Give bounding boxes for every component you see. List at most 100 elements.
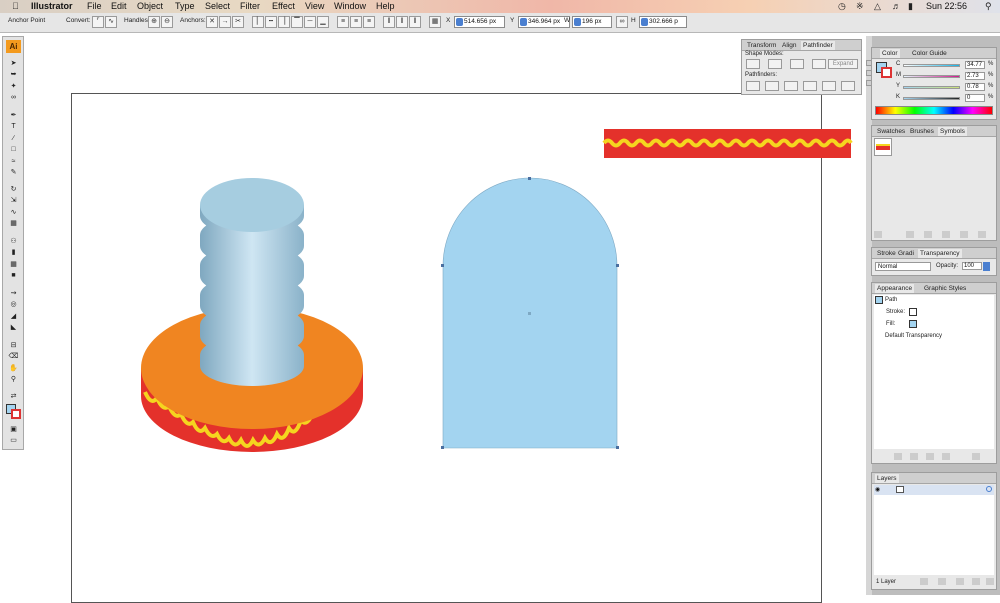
layers-tabs: Layers <box>872 473 996 484</box>
menubar-clock[interactable]: Sun 22:56 <box>926 0 967 13</box>
wave-strip-top-right[interactable] <box>602 129 853 158</box>
color-panel: Color Color Guide C 34.77 % M 2.73 % Y 0… <box>871 47 997 120</box>
pathfinders-label: Pathfinders: <box>745 72 778 78</box>
tab-stroke[interactable]: Stroke <box>875 249 898 258</box>
tab-graphic-styles[interactable]: Graphic Styles <box>922 284 968 293</box>
color-tabs: Color Color Guide <box>872 48 996 59</box>
tab-layers[interactable]: Layers <box>875 474 899 483</box>
clear-appearance-icon[interactable] <box>910 453 918 460</box>
tab-gradient[interactable]: Gradi <box>896 249 916 258</box>
shape-modes-label: Shape Modes: <box>745 51 784 57</box>
tab-transform[interactable]: Transform <box>745 41 778 50</box>
fill-row-label[interactable]: Fill: <box>886 321 895 327</box>
tab-brushes[interactable]: Brushes <box>908 127 936 136</box>
layer-count: 1 Layer <box>876 579 897 585</box>
break-link-icon[interactable] <box>924 231 932 238</box>
delete-layer-icon[interactable] <box>986 578 994 585</box>
pathfinder-tabs: Transform Align Pathfinder <box>742 40 861 51</box>
delete-item-icon[interactable] <box>972 453 980 460</box>
transparency-tabs: Stroke Gradi Transparency <box>872 248 996 259</box>
cyan-percent: % <box>988 61 994 67</box>
layers-panel: Layers ◉ 1 Layer <box>871 472 997 590</box>
artwork-canvas <box>141 129 853 452</box>
layers-list <box>874 485 994 575</box>
new-symbol-icon[interactable] <box>960 231 968 238</box>
appearance-panel: Appearance Graphic Styles Path Stroke: F… <box>871 282 997 464</box>
magenta-value[interactable]: 2.73 <box>965 72 985 80</box>
magenta-percent: % <box>988 72 994 78</box>
eye-icon[interactable]: ◉ <box>875 486 880 493</box>
stroke-row-label[interactable]: Stroke: <box>886 309 905 315</box>
tab-color-guide[interactable]: Color Guide <box>910 49 949 58</box>
fill-blue-swatch[interactable] <box>909 320 917 328</box>
magenta-label: M <box>896 72 901 78</box>
symbol-wave-thumbnail[interactable] <box>874 138 892 156</box>
reduce-basic-icon[interactable] <box>926 453 934 460</box>
symbol-libraries-icon[interactable] <box>874 231 882 238</box>
exclude-button[interactable] <box>812 59 826 69</box>
swatches-tabs: Swatches Brushes Symbols <box>872 126 996 137</box>
appearance-list <box>874 295 994 449</box>
unite-button[interactable] <box>746 59 760 69</box>
pathfinder-panel: Transform Align Pathfinder Shape Modes: … <box>741 39 862 95</box>
color-spectrum-bar[interactable] <box>875 106 993 115</box>
minus-back-button[interactable] <box>841 81 855 91</box>
trim-button[interactable] <box>765 81 779 91</box>
outline-button[interactable] <box>822 81 836 91</box>
stacked-cylinder[interactable] <box>200 178 304 386</box>
place-symbol-icon[interactable] <box>906 231 914 238</box>
yellow-label: Y <box>896 83 901 89</box>
transparency-panel: Stroke Gradi Transparency Normal Opacity… <box>871 247 997 276</box>
duplicate-item-icon[interactable] <box>942 453 950 460</box>
yellow-slider[interactable] <box>903 86 960 89</box>
cyan-value[interactable]: 34.77 <box>965 61 985 69</box>
path-thumbnail <box>875 296 883 304</box>
layer-row[interactable]: ◉ <box>874 485 994 495</box>
symbol-options-icon[interactable] <box>942 231 950 238</box>
yellow-percent: % <box>988 83 994 89</box>
new-sublayer-icon[interactable] <box>956 578 964 585</box>
default-transparency-label[interactable]: Default Transparency <box>885 333 942 339</box>
black-slider[interactable] <box>903 97 960 100</box>
black-percent: % <box>988 94 994 100</box>
black-label: K <box>896 94 901 100</box>
make-clipping-mask-icon[interactable] <box>938 578 946 585</box>
minus-front-button[interactable] <box>768 59 782 69</box>
tab-color[interactable]: Color <box>880 49 900 58</box>
cyan-label: C <box>896 61 901 67</box>
yellow-value[interactable]: 0.78 <box>965 83 985 91</box>
crop-button[interactable] <box>803 81 817 91</box>
tab-symbols[interactable]: Symbols <box>938 127 967 136</box>
target-icon[interactable] <box>986 486 992 492</box>
delete-symbol-icon[interactable] <box>978 231 986 238</box>
black-value[interactable]: 0 <box>965 94 985 102</box>
divide-button[interactable] <box>746 81 760 91</box>
battery-icon[interactable]: ▮ <box>908 0 913 13</box>
opacity-dropdown-icon[interactable] <box>983 262 990 271</box>
layer-thumbnail <box>896 486 904 493</box>
new-art-basic-icon[interactable] <box>894 453 902 460</box>
wifi-icon[interactable]: △ <box>874 0 881 13</box>
tab-swatches[interactable]: Swatches <box>875 127 907 136</box>
blend-mode-select[interactable]: Normal <box>875 262 931 271</box>
spotlight-icon[interactable]: ⚲ <box>985 0 992 13</box>
merge-button[interactable] <box>784 81 798 91</box>
opacity-label: Opacity: <box>936 263 959 269</box>
magenta-slider[interactable] <box>903 75 960 78</box>
tab-pathfinder[interactable]: Pathfinder <box>801 41 835 50</box>
intersect-button[interactable] <box>790 59 804 69</box>
expand-button[interactable]: Expand <box>828 59 858 69</box>
cyan-slider[interactable] <box>903 64 960 67</box>
locate-object-icon[interactable] <box>920 578 928 585</box>
opacity-value[interactable]: 100 <box>962 262 982 270</box>
appearance-tabs: Appearance Graphic Styles <box>872 283 996 294</box>
tab-transparency[interactable]: Transparency <box>918 249 962 258</box>
volume-icon[interactable]: ♬ <box>892 0 901 13</box>
appearance-item-type: Path <box>885 297 898 303</box>
tab-align[interactable]: Align <box>780 41 798 50</box>
tab-appearance[interactable]: Appearance <box>875 284 915 293</box>
stroke-none-swatch[interactable] <box>909 308 917 316</box>
color-stroke-swatch[interactable] <box>881 67 892 78</box>
arch-path-selected[interactable] <box>441 177 619 449</box>
new-layer-icon[interactable] <box>972 578 980 585</box>
